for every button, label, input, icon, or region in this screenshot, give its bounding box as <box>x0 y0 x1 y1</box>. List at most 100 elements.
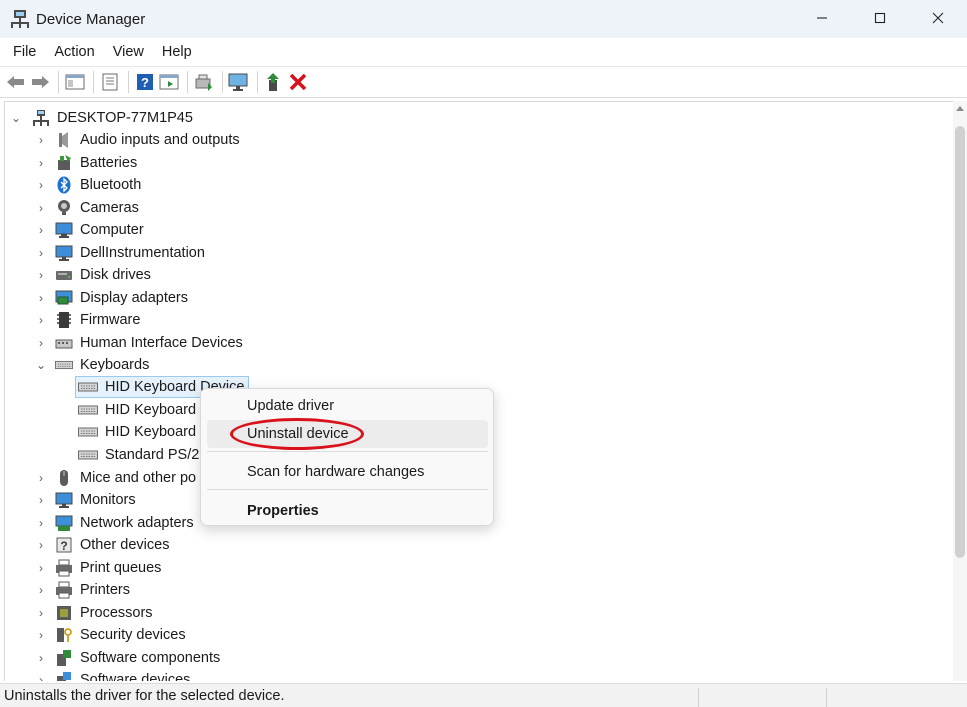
chevron-right-icon[interactable]: › <box>35 602 47 624</box>
tree-category[interactable]: › Bluetooth <box>35 174 141 196</box>
tree-category[interactable]: › Print queues <box>35 557 161 579</box>
tree-category[interactable]: › Cameras <box>35 197 139 219</box>
tree-category[interactable]: › Software devices <box>35 669 190 681</box>
chevron-right-icon[interactable]: › <box>35 129 47 151</box>
chevron-right-icon[interactable]: › <box>35 219 47 241</box>
chevron-right-icon[interactable]: › <box>35 512 47 534</box>
tree-category-label: Display adapters <box>80 290 188 306</box>
tree-category[interactable]: › Batteries <box>35 152 137 174</box>
chevron-down-icon[interactable]: ⌄ <box>35 354 47 376</box>
title-bar: Device Manager <box>0 0 967 38</box>
tree-category-keyboards[interactable]: ⌄ Keyboards <box>35 354 149 376</box>
speaker-icon <box>55 131 73 149</box>
disk-drive-icon <box>55 266 73 284</box>
tree-category[interactable]: › Human Interface Devices <box>35 332 243 354</box>
chevron-right-icon[interactable]: › <box>35 647 47 669</box>
tree-device-label: HID Keyboard <box>105 424 197 440</box>
scroll-up-arrow-icon[interactable] <box>956 106 964 111</box>
help-button[interactable]: ? <box>134 71 156 93</box>
tree-category-label: Other devices <box>80 537 170 553</box>
network-adapter-icon <box>55 514 73 532</box>
tree-category[interactable]: › Security devices <box>35 624 186 646</box>
chevron-right-icon[interactable]: › <box>35 174 47 196</box>
software-device-icon <box>55 671 73 681</box>
tree-root[interactable]: ⌄ DESKTOP-77M1P45 <box>10 107 193 129</box>
tree-category[interactable]: › Disk drives <box>35 264 151 286</box>
display-adapter-icon <box>55 289 73 307</box>
minimize-button[interactable] <box>793 0 851 36</box>
forward-icon <box>32 76 49 88</box>
back-icon <box>7 76 24 88</box>
scrollbar-thumb[interactable] <box>955 126 965 558</box>
toolbar-separator <box>187 71 188 93</box>
tree-category[interactable]: › DellInstrumentation <box>35 242 205 264</box>
computer-icon <box>55 221 73 239</box>
status-divider <box>698 688 699 707</box>
tree-category[interactable]: › Network adapters <box>35 512 194 534</box>
chevron-right-icon[interactable]: › <box>35 197 47 219</box>
maximize-button[interactable] <box>851 0 909 36</box>
hid-icon <box>55 334 73 352</box>
tree-category[interactable]: › Firmware <box>35 309 140 331</box>
status-divider <box>826 688 827 707</box>
menu-file[interactable]: File <box>4 38 45 66</box>
chevron-right-icon[interactable]: › <box>35 534 47 556</box>
monitor-icon <box>55 244 73 262</box>
close-button[interactable] <box>909 0 967 36</box>
menu-help[interactable]: Help <box>153 38 201 66</box>
tree-category[interactable]: › Printers <box>35 579 130 601</box>
menu-scan-hardware-changes[interactable]: Scan for hardware changes <box>207 458 488 486</box>
chevron-right-icon[interactable]: › <box>35 242 47 264</box>
menu-view[interactable]: View <box>104 38 153 66</box>
tree-category[interactable]: › Software components <box>35 647 220 669</box>
tree-device[interactable]: HID Keyboard <box>76 421 196 443</box>
update-driver-button[interactable] <box>193 71 215 93</box>
tree-category[interactable]: › Mice and other po <box>35 467 196 489</box>
scan-hardware-button[interactable] <box>228 71 250 93</box>
tree-category[interactable]: › Computer <box>35 219 144 241</box>
tree-category-label: Software components <box>80 650 221 666</box>
tree-category[interactable]: › Processors <box>35 602 153 624</box>
back-button[interactable] <box>5 71 27 93</box>
window-title: Device Manager <box>36 10 146 28</box>
toolbar-separator <box>222 71 223 93</box>
keyboard-icon <box>78 378 98 396</box>
chevron-right-icon[interactable]: › <box>35 557 47 579</box>
chevron-right-icon[interactable]: › <box>35 489 47 511</box>
scan-hardware-icon <box>228 73 248 91</box>
uninstall-device-button[interactable] <box>287 71 309 93</box>
chevron-right-icon[interactable]: › <box>35 624 47 646</box>
show-action-pane-button[interactable] <box>158 71 180 93</box>
menu-properties[interactable]: Properties <box>207 497 488 525</box>
tree-category-label: DellInstrumentation <box>80 245 205 261</box>
tree-category-label: Computer <box>80 222 144 238</box>
show-hide-console-tree-button[interactable] <box>64 71 86 93</box>
menu-action[interactable]: Action <box>45 38 103 66</box>
tree-category[interactable]: › ? Other devices <box>35 534 169 556</box>
chevron-right-icon[interactable]: › <box>35 669 47 681</box>
toolbar: ? <box>0 66 967 98</box>
tree-device[interactable]: Standard PS/2 <box>76 444 199 466</box>
tree-category[interactable]: › Monitors <box>35 489 136 511</box>
enable-device-button[interactable] <box>263 71 285 93</box>
chevron-right-icon[interactable]: › <box>35 332 47 354</box>
chevron-right-icon[interactable]: › <box>35 579 47 601</box>
tree-category[interactable]: › Display adapters <box>35 287 188 309</box>
chevron-right-icon[interactable]: › <box>35 287 47 309</box>
chevron-right-icon[interactable]: › <box>35 309 47 331</box>
properties-icon <box>102 73 118 91</box>
properties-button[interactable] <box>99 71 121 93</box>
menu-bar: File Action View Help <box>0 38 967 66</box>
status-bar: Uninstalls the driver for the selected d… <box>0 683 967 707</box>
menu-update-driver[interactable]: Update driver <box>207 392 488 420</box>
tree-device[interactable]: HID Keyboard <box>76 399 196 421</box>
chevron-right-icon[interactable]: › <box>35 467 47 489</box>
toolbar-separator <box>58 71 59 93</box>
computer-network-icon <box>32 109 50 127</box>
tree-category[interactable]: › Audio inputs and outputs <box>35 129 240 151</box>
chevron-down-icon[interactable]: ⌄ <box>10 107 22 129</box>
chevron-right-icon[interactable]: › <box>35 264 47 286</box>
forward-button[interactable] <box>29 71 51 93</box>
chevron-right-icon[interactable]: › <box>35 152 47 174</box>
show-action-pane-icon <box>159 74 179 90</box>
